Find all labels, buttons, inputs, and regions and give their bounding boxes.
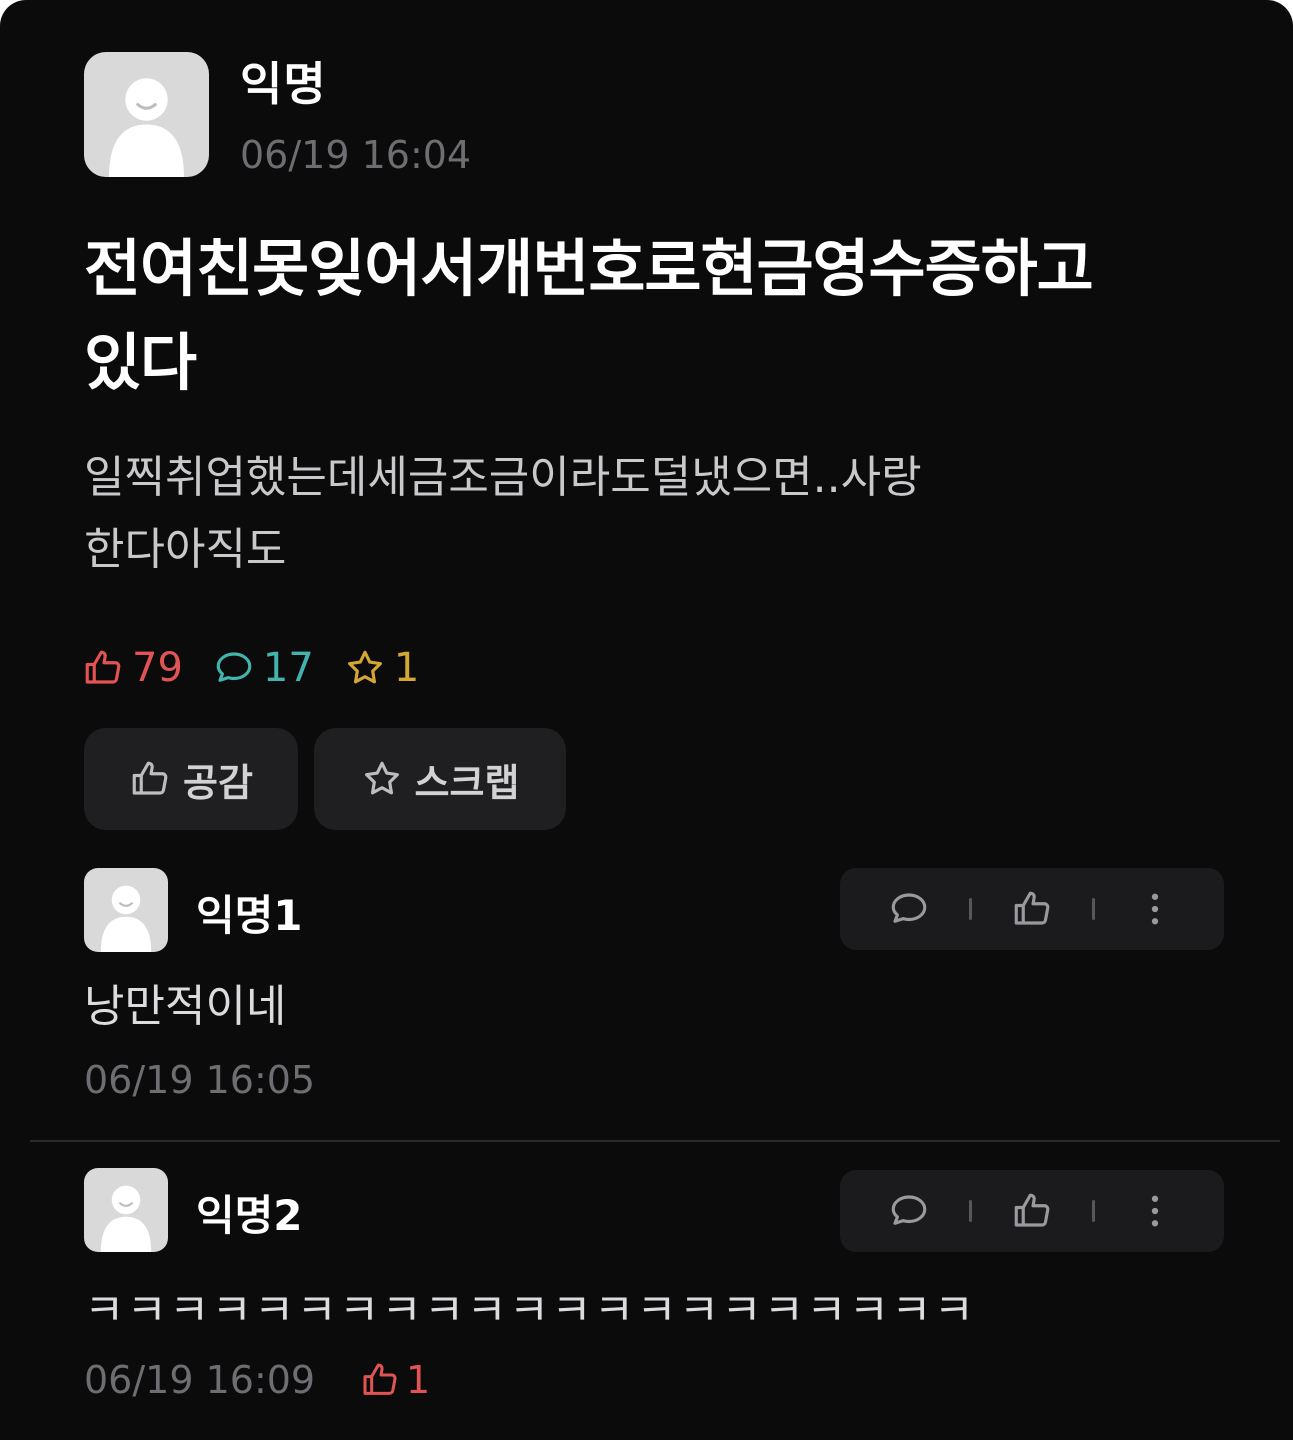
post-stats: 79 17 1	[82, 640, 419, 696]
comment-2-like-value: 1	[406, 1358, 431, 1402]
post-title-line-2: 있다	[84, 326, 197, 399]
like-button-label: 공감	[183, 760, 253, 805]
thumbs-up-icon[interactable]	[1011, 888, 1053, 930]
thumbs-up-icon[interactable]	[1011, 1190, 1053, 1232]
anonymous-avatar-icon	[100, 1185, 152, 1252]
post-title-line-1: 전여친못잊어서개번호로현금영수증하고	[84, 232, 1094, 305]
comment-2-text: ㅋㅋㅋㅋㅋㅋㅋㅋㅋㅋㅋㅋㅋㅋㅋㅋㅋㅋㅋㅋㅋ	[84, 1285, 977, 1336]
post-timestamp: 06/19 16:04	[240, 133, 472, 177]
scrap-count-value: 1	[393, 645, 420, 691]
thumbs-up-icon	[85, 650, 121, 684]
like-count-value: 79	[132, 645, 183, 691]
reply-comment-icon[interactable]	[888, 1190, 930, 1232]
comment-bubble-icon	[216, 652, 252, 682]
action-separator	[1092, 1200, 1096, 1222]
scrap-count: 1	[344, 645, 419, 691]
action-separator	[968, 898, 972, 920]
more-vertical-icon[interactable]	[1134, 888, 1176, 930]
comment-2-author: 익명2	[196, 1191, 303, 1240]
more-vertical-icon[interactable]	[1134, 1190, 1176, 1232]
thumbs-up-icon	[132, 761, 168, 795]
scrap-button-label: 스크랩	[414, 760, 520, 805]
comment-count: 17	[213, 645, 314, 691]
anonymous-avatar-icon	[100, 885, 152, 952]
comment-1-avatar	[84, 868, 168, 952]
post-screen: 익명 06/19 16:04 전여친못잊어서개번호로현금영수증하고 있다 일찍취…	[0, 0, 1293, 1440]
post-body-line-1: 일찍취업했는데세금조금이라도덜냈으면..사랑	[84, 452, 922, 503]
anonymous-avatar-icon	[109, 78, 184, 177]
comment-1-text: 낭만적이네	[84, 981, 287, 1032]
comment-2-like-count: 1	[360, 1358, 430, 1402]
post-body: 일찍취업했는데세금조금이라도덜냈으면..사랑 한다아직도	[84, 442, 1084, 586]
post-author: 익명	[240, 57, 327, 111]
comment-2-timestamp: 06/19 16:09	[84, 1358, 316, 1402]
post-title: 전여친못잊어서개번호로현금영수증하고 있다	[84, 222, 1234, 410]
post-body-line-2: 한다아직도	[84, 524, 287, 575]
action-separator	[1092, 898, 1096, 920]
comment-count-value: 17	[262, 645, 314, 691]
action-separator	[968, 1200, 972, 1222]
comment-2-actions	[840, 1170, 1224, 1252]
comment-divider	[30, 1140, 1280, 1142]
author-avatar	[84, 52, 209, 177]
like-button[interactable]: 공감	[84, 728, 298, 830]
scrap-button[interactable]: 스크랩	[314, 728, 566, 830]
star-icon	[364, 761, 399, 795]
comment-1-author: 익명1	[196, 891, 303, 940]
like-count: 79	[82, 645, 183, 691]
star-icon	[347, 650, 382, 684]
comment-1-timestamp: 06/19 16:05	[84, 1058, 316, 1102]
reply-comment-icon[interactable]	[888, 888, 930, 930]
comment-1-actions	[840, 868, 1224, 950]
comment-2-avatar	[84, 1168, 168, 1252]
thumbs-up-icon	[363, 1363, 397, 1395]
